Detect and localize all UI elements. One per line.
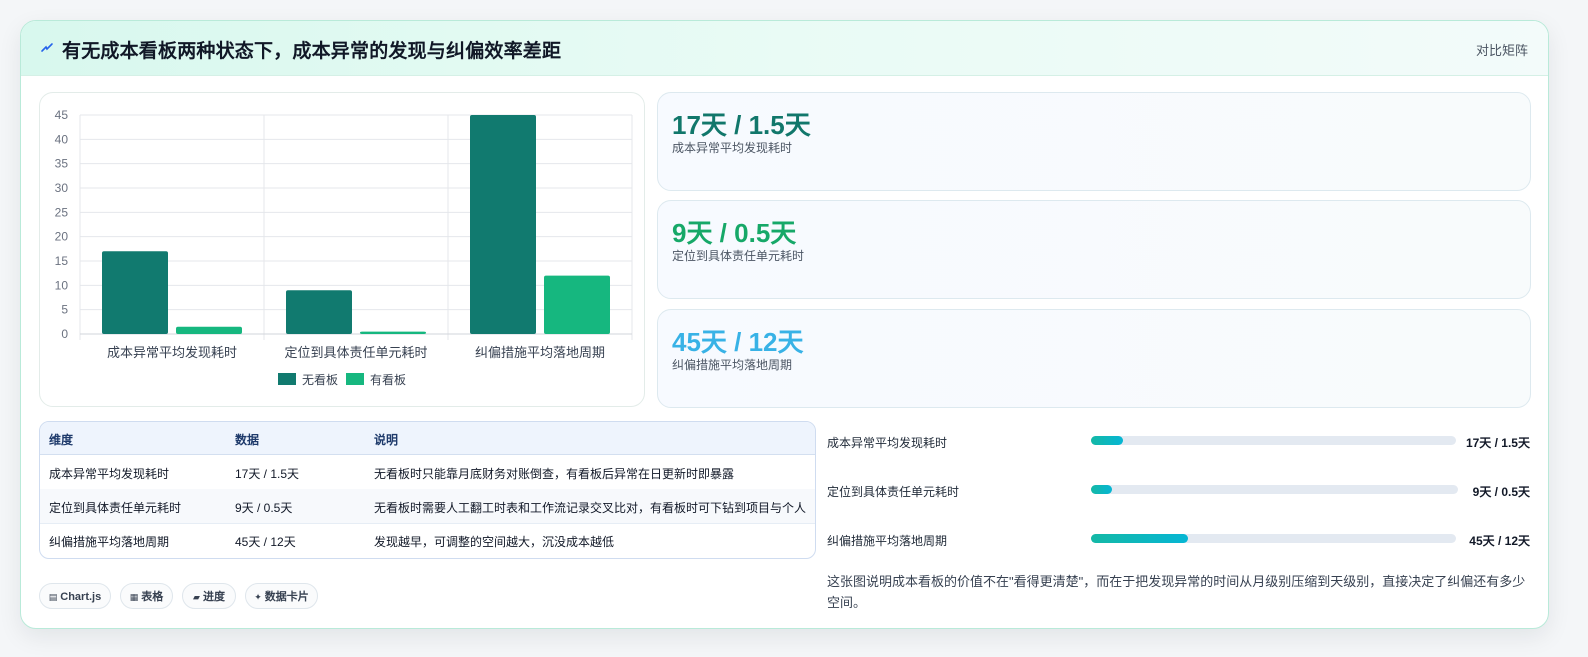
cell-note: 发现越早，可调整的空间越大，沉没成本越低 <box>374 535 615 549</box>
summary-text: 这张图说明成本看板的价值不在"看得更清楚"，而在于把发现异常的时间从月级别压缩到… <box>827 574 1526 610</box>
progress-fill <box>1091 534 1189 543</box>
y-tick-label: 35 <box>55 157 69 171</box>
kpi-card-locate: 9天 / 0.5天 定位到具体责任单元耗时 <box>657 200 1531 299</box>
y-tick-label: 10 <box>55 278 69 292</box>
x-tick-label: 成本异常平均发现耗时 <box>107 345 237 360</box>
progress-icon: ▰ <box>193 592 200 602</box>
bar-chart-panel: 0 5 10 15 20 25 30 35 40 45 成本异常平均发现耗时 定位到具体责任单元耗时 纠… <box>39 92 645 407</box>
y-tick-label: 5 <box>61 303 68 317</box>
col-header-data: 数据 <box>235 433 260 447</box>
progress-fill <box>1091 436 1124 445</box>
kpi-value: 45天 / 12天 <box>672 327 804 357</box>
chip-progress: ▰ 进度 <box>182 583 236 609</box>
progress-track <box>1091 436 1456 445</box>
bar-with-board <box>544 275 610 334</box>
y-tick-label: 15 <box>55 254 69 268</box>
lightning-icon <box>41 43 53 52</box>
cell-note: 无看板时需要人工翻工时表和工作流记录交叉比对，有看板时可下钻到项目与个人 <box>374 501 807 515</box>
comparison-card: 有无成本看板两种状态下，成本异常的发现与纠偏效率差距 对比矩阵 0 5 10 15 20… <box>20 20 1549 629</box>
cell-dimension: 成本异常平均发现耗时 <box>49 467 170 481</box>
progress-value: 9天 / 0.5天 <box>1472 485 1530 499</box>
sparkle-icon: ✦ <box>254 592 262 602</box>
data-table: 维度 数据 说明 成本异常平均发现耗时 17天 / 1.5天 无看板时只能靠月底… <box>39 421 816 559</box>
chip-label: Chart.js <box>60 591 102 603</box>
chip-chartjs: ▤ Chart.js <box>39 583 111 609</box>
progress-track <box>1091 534 1456 543</box>
bar-no-board <box>470 115 536 334</box>
bar-no-board <box>286 290 352 334</box>
y-tick-label: 0 <box>61 327 68 341</box>
legend-swatch <box>346 373 364 385</box>
chip-label: 表格 <box>141 591 164 603</box>
chip-data-card: ✦ 数据卡片 <box>245 583 318 609</box>
bar-with-board <box>360 331 426 334</box>
page-title: 有无成本看板两种状态下，成本异常的发现与纠偏效率差距 <box>62 41 562 62</box>
card-header: 有无成本看板两种状态下，成本异常的发现与纠偏效率差距 对比矩阵 <box>21 21 1548 76</box>
table-icon: ▦ <box>129 592 139 602</box>
table-header: 维度 数据 说明 <box>40 422 815 455</box>
y-tick-label: 45 <box>55 108 69 122</box>
y-tick-label: 40 <box>55 132 69 146</box>
kpi-label: 成本异常平均发现耗时 <box>672 141 793 155</box>
progress-value: 45天 / 12天 <box>1469 534 1530 548</box>
legend-label: 无看板 <box>302 373 338 387</box>
chip-table: ▦ 表格 <box>120 583 173 609</box>
chip-label: 数据卡片 <box>264 591 309 603</box>
progress-track <box>1091 485 1458 494</box>
table-row: 纠偏措施平均落地周期 45天 / 12天 发现越早，可调整的空间越大，沉没成本越… <box>40 523 815 557</box>
progress-value: 17天 / 1.5天 <box>1465 436 1530 450</box>
col-header-dimension: 维度 <box>49 433 74 447</box>
bar-with-board <box>176 326 242 334</box>
bar-no-board <box>102 251 168 334</box>
kpi-value: 9天 / 0.5天 <box>672 218 797 248</box>
progress-label: 成本异常平均发现耗时 <box>827 436 948 450</box>
y-tick-label: 20 <box>55 230 69 244</box>
kpi-card-discovery: 17天 / 1.5天 成本异常平均发现耗时 <box>657 92 1531 191</box>
col-header-note: 说明 <box>374 433 399 447</box>
cell-dimension: 定位到具体责任单元耗时 <box>49 501 182 515</box>
kpi-card-correction: 45天 / 12天 纠偏措施平均落地周期 <box>657 309 1531 408</box>
table-row: 成本异常平均发现耗时 17天 / 1.5天 无看板时只能靠月底财务对账倒查，有看… <box>40 455 815 490</box>
progress-label: 定位到具体责任单元耗时 <box>827 485 960 499</box>
kpi-label: 定位到具体责任单元耗时 <box>672 249 805 263</box>
cell-note: 无看板时只能靠月底财务对账倒查，有看板后异常在日更新时即暴露 <box>374 467 735 481</box>
x-tick-label: 定位到具体责任单元耗时 <box>284 345 427 360</box>
cell-data: 45天 / 12天 <box>235 535 296 549</box>
chip-label: 进度 <box>202 591 225 603</box>
chart-icon: ▤ <box>48 592 58 602</box>
cell-dimension: 纠偏措施平均落地周期 <box>49 535 170 549</box>
progress-label: 纠偏措施平均落地周期 <box>827 534 948 548</box>
x-tick-label: 纠偏措施平均落地周期 <box>475 345 605 360</box>
y-tick-label: 25 <box>55 205 69 219</box>
legend-label: 有看板 <box>370 373 406 387</box>
progress-fill <box>1091 485 1112 494</box>
table-row: 定位到具体责任单元耗时 9天 / 0.5天 无看板时需要人工翻工时表和工作流记录… <box>40 489 815 524</box>
bar-chart: 0 5 10 15 20 25 30 35 40 45 成本异常平均发现耗时 定位到具体责任单元耗时 纠… <box>55 108 633 387</box>
kpi-value: 17天 / 1.5天 <box>672 110 811 140</box>
kpi-label: 纠偏措施平均落地周期 <box>672 358 793 372</box>
legend-swatch <box>278 373 296 385</box>
header-tag: 对比矩阵 <box>1475 43 1528 58</box>
cell-data: 17天 / 1.5天 <box>235 467 300 481</box>
cell-data: 9天 / 0.5天 <box>235 501 293 515</box>
y-tick-label: 30 <box>55 181 69 195</box>
